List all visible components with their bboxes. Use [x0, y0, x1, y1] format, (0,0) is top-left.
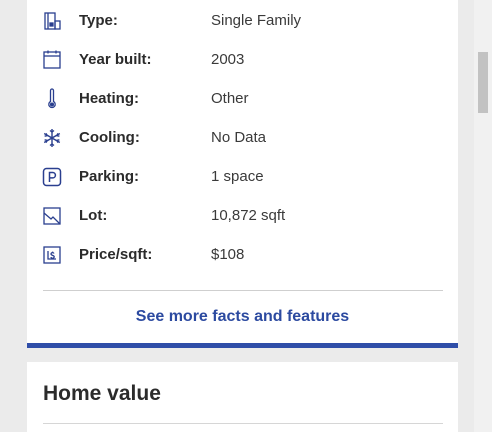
fact-row-price-per-sqft: Price/sqft: $108	[27, 234, 458, 273]
home-value-divider	[43, 423, 443, 424]
fact-value: 1 space	[211, 168, 264, 185]
price-per-sqft-icon	[40, 243, 64, 267]
fact-value: 2003	[211, 51, 245, 68]
lot-icon	[40, 204, 64, 228]
fact-label: Cooling:	[79, 129, 140, 146]
parking-icon	[40, 165, 64, 189]
fact-label: Lot:	[79, 207, 108, 224]
fact-row-lot: Lot: 10,872 sqft	[27, 195, 458, 234]
scrollbar-thumb[interactable]	[478, 52, 488, 113]
fact-value: 10,872 sqft	[211, 207, 286, 224]
see-more-facts-link[interactable]: See more facts and features	[27, 308, 458, 326]
fact-value: Single Family	[211, 12, 302, 29]
fact-label: Type:	[79, 12, 118, 29]
fact-value: Other	[211, 90, 249, 107]
page: Type: Single Family Year built: 2003 Hea…	[0, 0, 492, 432]
facts-divider	[43, 290, 443, 291]
fact-label: Heating:	[79, 90, 139, 107]
snowflake-icon	[40, 126, 64, 150]
fact-label: Parking:	[79, 168, 140, 185]
fact-row-heating: Heating: Other	[27, 78, 458, 117]
fact-row-type: Type: Single Family	[27, 0, 458, 39]
home-type-icon	[40, 9, 64, 33]
accent-bar	[27, 343, 458, 348]
fact-value: $108	[211, 246, 245, 263]
home-value-title: Home value	[43, 382, 161, 405]
fact-row-cooling: Cooling: No Data	[27, 117, 458, 156]
fact-row-parking: Parking: 1 space	[27, 156, 458, 195]
home-value-card: Home value	[27, 362, 458, 432]
scrollbar[interactable]	[474, 0, 492, 432]
thermometer-icon	[40, 87, 64, 111]
fact-row-year-built: Year built: 2003	[27, 39, 458, 78]
fact-label: Price/sqft:	[79, 246, 153, 263]
fact-value: No Data	[211, 129, 267, 146]
calendar-icon	[40, 48, 64, 72]
fact-label: Year built:	[79, 51, 152, 68]
facts-card: Type: Single Family Year built: 2003 Hea…	[27, 0, 458, 343]
